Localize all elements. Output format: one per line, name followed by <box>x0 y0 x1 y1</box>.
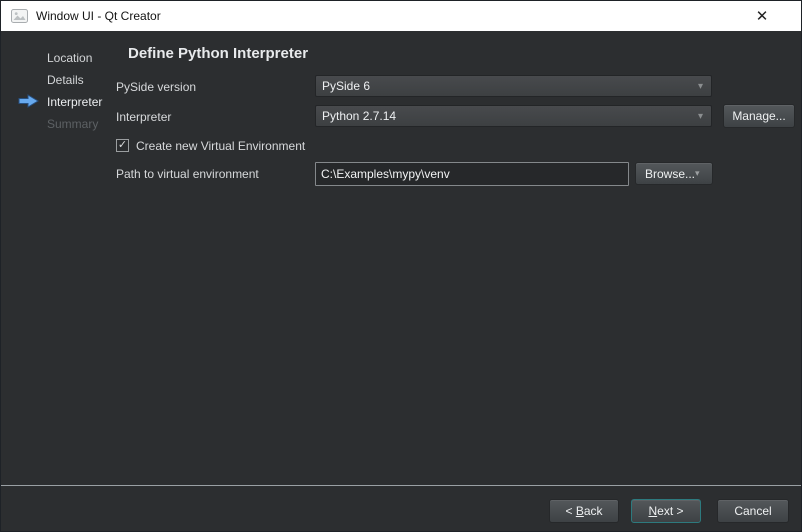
close-button[interactable]: ✕ <box>739 1 785 31</box>
cancel-button[interactable]: Cancel <box>717 499 789 523</box>
interpreter-combobox[interactable]: Python 2.7.14 ▾ <box>315 105 712 127</box>
wizard-step-details: Details <box>47 73 84 87</box>
browse-button-label: Browse... <box>645 167 695 181</box>
checkmark-icon: ✓ <box>118 140 127 151</box>
chevron-down-icon: ▾ <box>698 81 703 92</box>
venv-path-input[interactable] <box>315 162 629 186</box>
pyside-version-combobox[interactable]: PySide 6 ▾ <box>315 75 712 97</box>
back-button-label: < Back <box>565 504 602 518</box>
interpreter-label: Interpreter <box>116 110 171 124</box>
titlebar: Window UI - Qt Creator ✕ <box>1 1 801 31</box>
next-button-label: Next > <box>648 504 683 518</box>
chevron-down-icon: ▾ <box>695 168 700 179</box>
window-title: Window UI - Qt Creator <box>36 9 161 23</box>
pyside-version-label: PySide version <box>116 80 196 94</box>
wizard-step-interpreter: Interpreter <box>47 95 102 109</box>
manage-button-label: Manage... <box>732 109 785 123</box>
create-venv-checkbox[interactable]: ✓ <box>116 139 129 152</box>
wizard-window: Window UI - Qt Creator ✕ Location Detail… <box>0 0 802 532</box>
pyside-version-value: PySide 6 <box>322 79 370 93</box>
next-button[interactable]: Next > <box>631 499 701 523</box>
chevron-down-icon: ▾ <box>698 111 703 122</box>
current-step-arrow-icon <box>18 94 39 108</box>
back-button[interactable]: < Back <box>549 499 619 523</box>
footer-separator <box>1 485 801 486</box>
cancel-button-label: Cancel <box>734 504 771 518</box>
create-venv-label: Create new Virtual Environment <box>136 139 305 153</box>
wizard-step-location: Location <box>47 51 92 65</box>
app-image-icon <box>11 9 28 23</box>
interpreter-value: Python 2.7.14 <box>322 109 396 123</box>
page-title: Define Python Interpreter <box>128 45 308 62</box>
close-icon: ✕ <box>756 7 769 25</box>
manage-button[interactable]: Manage... <box>723 104 795 128</box>
wizard-step-summary: Summary <box>47 117 98 131</box>
venv-path-label: Path to virtual environment <box>116 167 259 181</box>
browse-button[interactable]: Browse... ▾ <box>635 162 713 185</box>
